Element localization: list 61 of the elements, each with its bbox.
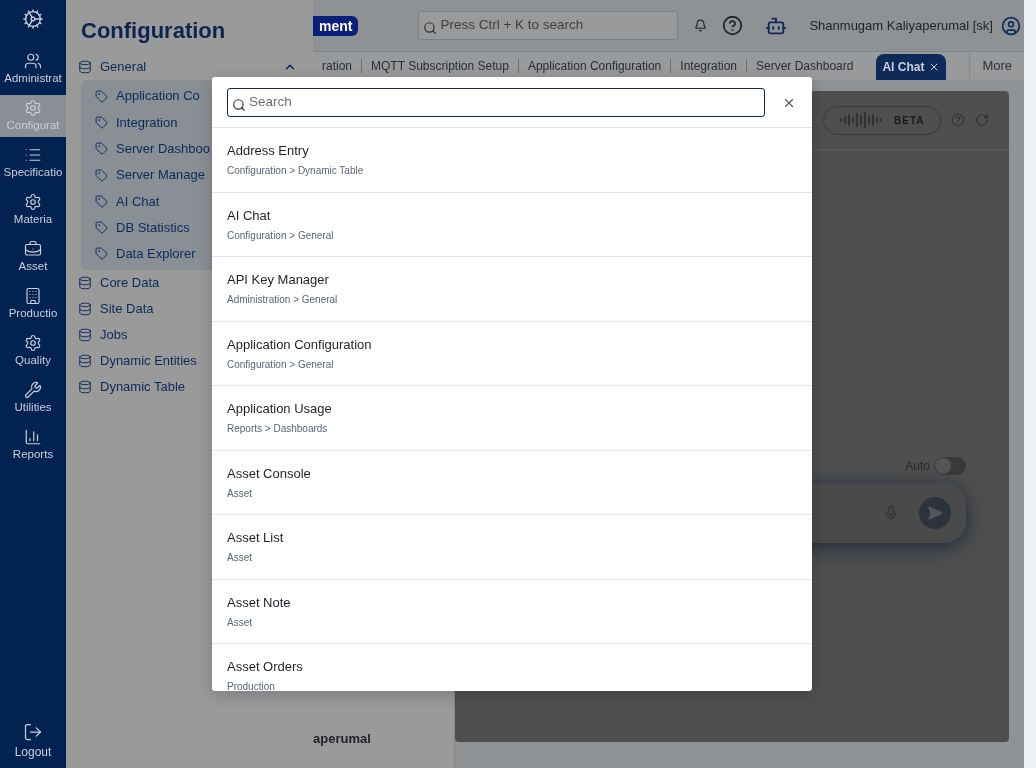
gear-icon <box>24 334 42 352</box>
page-tab[interactable]: AI Chat <box>876 54 947 80</box>
user-name: Shanmugam Kaliyaperumal [sk] <box>809 16 993 35</box>
database-icon <box>78 380 92 395</box>
rail-item[interactable]: Productio <box>0 283 66 325</box>
tag-icon <box>95 89 108 103</box>
rail-item[interactable]: Administrat <box>0 48 66 90</box>
page-tab[interactable]: Application Configuration <box>518 53 671 79</box>
gear-icon <box>24 193 42 211</box>
search-result[interactable]: Asset List Asset <box>212 515 812 580</box>
search-icon <box>232 97 246 112</box>
rail-item[interactable]: Reports <box>0 424 66 466</box>
page-tab[interactable]: Integration <box>671 53 746 79</box>
global-search-field[interactable]: Press Ctrl + K to search <box>418 11 679 40</box>
list-icon <box>24 146 42 164</box>
search-field[interactable]: Search <box>227 88 765 117</box>
auto-toggle[interactable] <box>934 457 966 475</box>
briefcase-icon <box>24 240 42 258</box>
search-result[interactable]: API Key Manager Administration > General <box>212 257 812 322</box>
database-icon <box>78 354 92 369</box>
database-icon <box>78 302 92 317</box>
logout-icon <box>23 722 43 742</box>
search-result[interactable]: Application Configuration Configuration > General <box>212 321 812 386</box>
tag-icon <box>95 194 108 208</box>
wrench-icon <box>24 381 42 399</box>
search-result[interactable]: Address Entry Configuration > Dynamic Table <box>212 128 812 193</box>
rail-item[interactable]: Utilities <box>0 377 66 419</box>
app-badge: ment <box>313 15 359 36</box>
tag-icon <box>95 115 108 129</box>
rail-item[interactable]: Asset <box>0 236 66 278</box>
logout-button[interactable]: Logout <box>14 722 52 762</box>
avatar-icon[interactable] <box>1001 15 1021 36</box>
rail-item[interactable]: Quality <box>0 330 66 372</box>
bar-chart-icon <box>24 428 42 446</box>
rail-item[interactable]: Specificatio <box>0 142 66 184</box>
panel-title: Configuration <box>81 17 227 45</box>
search-icon <box>423 20 438 35</box>
search-result[interactable]: AI Chat Configuration > General <box>212 192 812 257</box>
search-result[interactable]: Application Usage Reports > Dashboards <box>212 386 812 451</box>
waveform-icon <box>840 112 884 128</box>
database-icon <box>78 60 92 74</box>
database-icon <box>78 276 92 291</box>
rail-item[interactable]: Materia <box>0 189 66 231</box>
gear-icon <box>24 99 42 117</box>
users-icon <box>24 52 42 70</box>
send-icon <box>927 505 943 521</box>
search-result[interactable]: Asset Console Asset <box>212 450 812 515</box>
page-tab[interactable]: ration <box>313 53 362 79</box>
tag-icon <box>95 247 108 261</box>
bell-icon[interactable] <box>694 19 708 32</box>
tag-icon <box>95 142 108 156</box>
building-icon <box>24 287 42 305</box>
database-icon <box>78 328 92 343</box>
page-tab[interactable]: Server Dashboard <box>747 53 863 79</box>
page-tab[interactable]: MQTT Subscription Setup <box>362 53 518 79</box>
tag-icon <box>95 168 108 182</box>
logo-icon <box>22 8 44 30</box>
help-icon[interactable] <box>722 15 744 36</box>
tag-icon <box>95 221 108 235</box>
tree-group[interactable]: General <box>76 54 303 80</box>
search-result[interactable]: Asset Note Asset <box>212 579 812 644</box>
